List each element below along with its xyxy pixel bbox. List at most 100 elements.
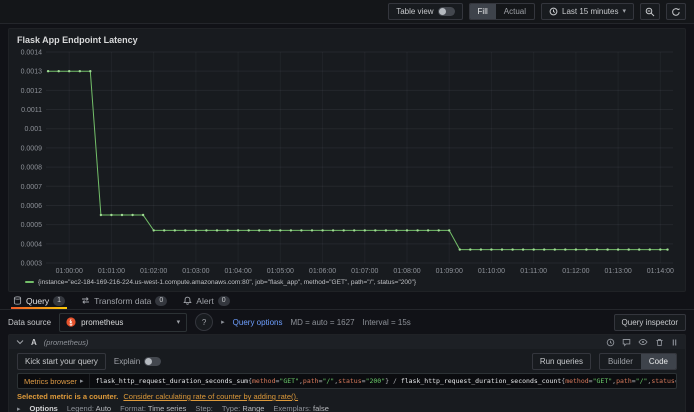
query-inspector-button[interactable]: Query inspector [613, 313, 686, 331]
y-axis-tick-label: 0.0012 [21, 88, 43, 95]
tab-alert[interactable]: Alert 0 [176, 292, 236, 309]
data-point [289, 229, 293, 232]
chevron-down-icon: ▾ [176, 318, 181, 326]
query-ref-id: A [31, 337, 37, 347]
kick-start-query-button[interactable]: Kick start your query [17, 353, 106, 370]
counter-warning: Selected metric is a counter. Consider c… [17, 392, 677, 401]
data-point [78, 70, 81, 73]
x-axis-tick-label: 01:11:00 [520, 268, 547, 275]
chevron-right-icon: ▸ [79, 378, 84, 385]
y-axis-tick-label: 0.0007 [21, 184, 43, 191]
chevron-right-icon: ▸ [221, 319, 225, 326]
data-point [448, 229, 451, 232]
query-datasource-hint: (prometheus) [43, 337, 89, 347]
trash-icon[interactable] [655, 338, 664, 347]
data-point [666, 248, 669, 251]
data-point [374, 229, 377, 232]
x-axis-tick-label: 01:12:00 [562, 268, 589, 275]
data-point [659, 248, 662, 251]
data-point [532, 248, 535, 251]
panel-title: Flask App Endpoint Latency [17, 35, 138, 45]
datasource-help-button[interactable]: ? [195, 313, 214, 331]
latency-panel: Flask App Endpoint Latency 0.0014 0.0013 0… [8, 28, 686, 292]
y-axis-tick-label: 0.0013 [21, 69, 43, 76]
explain-toggle[interactable]: Explain [114, 357, 162, 366]
datasource-select[interactable]: prometheus ▾ [59, 312, 188, 332]
explain-switch[interactable] [144, 357, 162, 366]
actual-button[interactable]: Actual [496, 4, 534, 19]
query-options-toggle[interactable]: Query options [233, 318, 283, 327]
data-point [68, 70, 71, 73]
data-point [416, 229, 419, 232]
data-point [226, 229, 229, 232]
tab-transform-data[interactable]: Transform data 0 [74, 292, 174, 309]
refresh-icon [671, 7, 681, 17]
data-point [426, 229, 430, 232]
data-point [236, 229, 240, 232]
add-rate-link[interactable]: Consider calculating rate of counter by … [123, 392, 298, 401]
data-point [479, 248, 483, 251]
table-view-toggle[interactable]: Table view [388, 3, 463, 20]
data-point [110, 213, 113, 217]
data-point [300, 229, 303, 232]
time-range-picker[interactable]: Last 15 minutes ▾ [541, 3, 634, 20]
table-view-label: Table view [396, 7, 434, 16]
metrics-browser-toggle[interactable]: Metrics browser ▸ [18, 374, 91, 388]
drag-handle-icon[interactable] [671, 338, 678, 347]
comment-icon[interactable] [622, 338, 631, 347]
x-axis-tick-label: 01:04:00 [224, 268, 251, 275]
data-point [46, 70, 50, 73]
table-view-switch[interactable] [437, 7, 455, 16]
eye-icon[interactable] [638, 338, 648, 346]
query-row-header[interactable]: A (prometheus) [9, 335, 685, 349]
code-button[interactable]: Code [640, 354, 676, 369]
data-point [247, 229, 250, 232]
data-point [511, 248, 514, 251]
data-point [606, 248, 609, 251]
data-point [194, 229, 198, 232]
data-point [638, 248, 641, 251]
zoom-out-button[interactable] [640, 3, 660, 20]
y-axis-tick-label: 0.0003 [21, 261, 43, 268]
data-point [500, 248, 504, 251]
option-summary-item: Format: Time series [120, 404, 187, 412]
x-axis-tick-label: 01:13:00 [604, 268, 631, 275]
data-point [490, 248, 493, 251]
chevron-down-icon[interactable] [16, 339, 24, 345]
legend-series-label: {instance="ec2-184-169-216-224.us-west-1… [38, 278, 417, 286]
x-axis-tick-label: 01:05:00 [267, 268, 294, 275]
x-axis-tick-label: 01:02:00 [140, 268, 167, 275]
data-point [152, 229, 155, 232]
chevron-right-icon: ▸ [17, 405, 21, 412]
builder-button[interactable]: Builder [600, 354, 641, 369]
options-toggle[interactable]: Options [30, 404, 58, 412]
data-point [342, 229, 345, 232]
option-summary-item: Legend: Auto [66, 404, 112, 412]
zoom-out-icon [645, 7, 655, 17]
chart-legend[interactable]: {instance="ec2-184-169-216-224.us-west-1… [17, 276, 677, 288]
x-axis-tick-label: 01:08:00 [393, 268, 420, 275]
y-axis-tick-label: 0.0014 [21, 50, 43, 57]
history-icon[interactable] [606, 338, 615, 347]
data-point [331, 229, 335, 232]
promql-expression-input[interactable]: flask_http_request_duration_seconds_sum{… [90, 377, 676, 385]
chevron-down-icon: ▾ [622, 8, 626, 15]
fill-button[interactable]: Fill [469, 4, 496, 19]
data-point [99, 213, 103, 217]
data-point [258, 229, 261, 232]
latency-chart[interactable]: 0.0014 0.0013 0.0012 0.0011 0.001 0.0009 0.000… [17, 46, 677, 276]
y-axis-tick-label: 0.0005 [21, 222, 43, 229]
data-point [215, 229, 219, 232]
tab-query[interactable]: Query 1 [6, 292, 72, 309]
options-summary-list: Legend: Auto Format: Time series Step: Typ… [67, 404, 329, 412]
data-point [521, 248, 525, 251]
refresh-button[interactable] [666, 3, 686, 20]
transform-count-badge: 0 [155, 295, 168, 306]
run-queries-button[interactable]: Run queries [531, 353, 591, 370]
y-axis-tick-label: 0.0006 [21, 203, 43, 210]
editor-tabs: Query 1 Transform data 0 Alert 0 [0, 292, 694, 310]
data-point [57, 70, 60, 73]
promql-editor: Metrics browser ▸ flask_http_request_dur… [17, 373, 677, 389]
data-point [595, 248, 599, 251]
x-axis-tick-label: 01:14:00 [647, 268, 674, 275]
